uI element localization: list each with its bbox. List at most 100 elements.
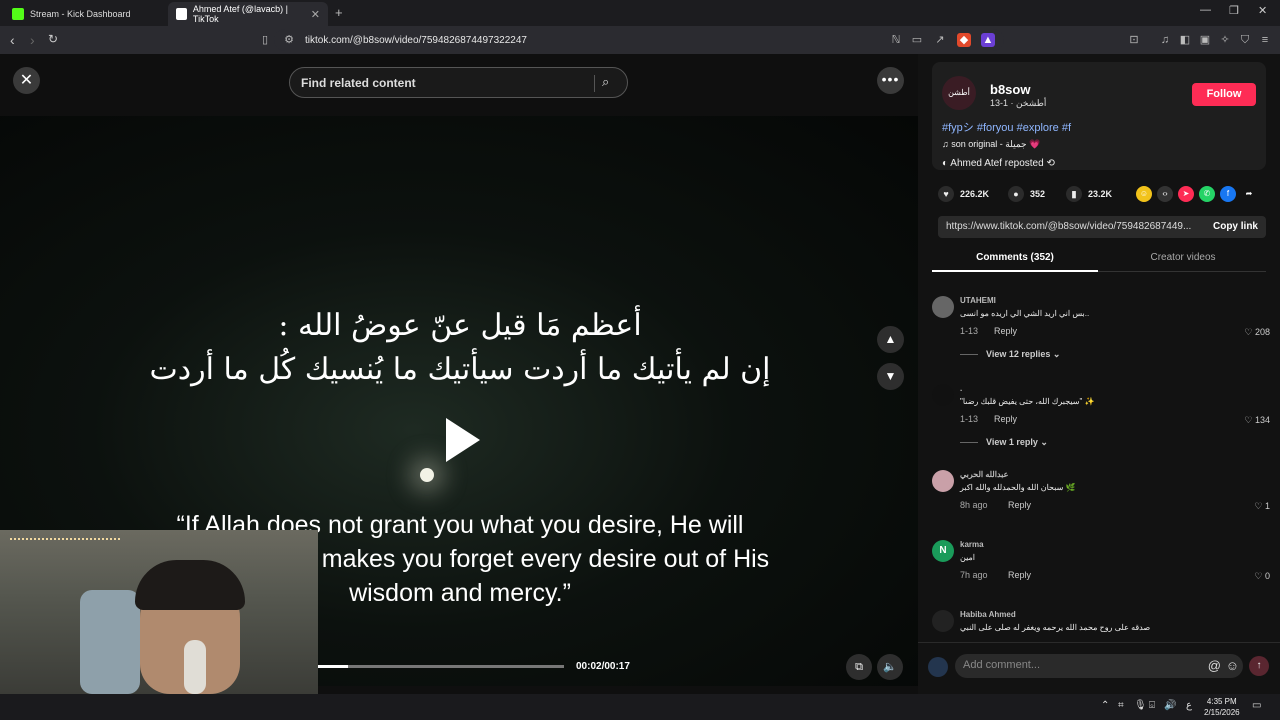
notifications-icon[interactable]: ▭ xyxy=(1252,700,1261,711)
commenter-avatar[interactable] xyxy=(932,610,954,632)
repost-icon: ⟲ xyxy=(1046,158,1055,169)
commenter-name[interactable]: عبدالله الحربي xyxy=(960,470,1008,479)
brave-shields-icon[interactable]: ◆ xyxy=(957,33,971,47)
tab-tiktok[interactable]: Ahmed Atef (@lavacb) | TikTok ✕ xyxy=(168,2,328,26)
mention-icon[interactable]: @ xyxy=(1208,658,1221,673)
send-icon[interactable]: ➤ xyxy=(1178,186,1194,202)
cast-icon[interactable]: ▭ xyxy=(910,33,924,47)
device-icon[interactable]: ⌗ xyxy=(1118,700,1124,711)
more-options-button[interactable]: ••• xyxy=(877,67,904,94)
whatsapp-icon[interactable]: ✆ xyxy=(1199,186,1215,202)
comment-like[interactable]: ♡ 0 xyxy=(1254,571,1270,582)
play-icon[interactable] xyxy=(446,418,480,462)
sidebar-icon[interactable]: ◧ xyxy=(1178,33,1192,47)
like-count: 226.2K xyxy=(960,189,990,199)
list-item: N karma امين 7h ago Reply ♡ 0 xyxy=(932,540,1272,600)
tray-expand-icon[interactable]: ⌃ xyxy=(1101,700,1109,711)
brave-rewards-icon[interactable]: ▲ xyxy=(981,33,995,47)
volume-icon[interactable]: 🔈 xyxy=(877,654,903,680)
arabic-caption-line2: إن لم يأتيك ما أردت سيأتيك ما يُنسيك كُل… xyxy=(149,352,771,387)
search-icon[interactable]: ⌕ xyxy=(602,74,609,90)
list-item: . "سيجبرك الله، حتى يفيض قلبك رضىا" ✨ 1-… xyxy=(932,384,1272,464)
repost-text: Ahmed Atef reposted xyxy=(950,158,1044,169)
commenter-avatar[interactable]: N xyxy=(932,540,954,562)
share-page-icon[interactable]: ↗ xyxy=(933,33,947,47)
facebook-icon[interactable]: f xyxy=(1220,186,1236,202)
embed-icon[interactable]: ‹› xyxy=(1157,186,1173,202)
reply-button[interactable]: Reply xyxy=(1008,570,1031,580)
minimize-icon[interactable]: — xyxy=(1200,4,1211,16)
bookmark-icon: ▮ xyxy=(1066,186,1082,202)
network-icon[interactable]: ⌺ xyxy=(1149,700,1155,711)
comment-like[interactable]: ♡ 1 xyxy=(1254,501,1270,512)
save-button[interactable]: ▮ 23.2K xyxy=(1066,186,1112,202)
speaker-icon[interactable]: 🔊 xyxy=(1164,700,1176,711)
view-replies-label: View 12 replies xyxy=(986,349,1051,359)
comment-icon: ● xyxy=(1008,186,1024,202)
commenter-avatar[interactable] xyxy=(932,296,954,318)
bookmark-icon[interactable]: ▯ xyxy=(258,33,272,47)
site-info-icon[interactable]: ⚙ xyxy=(282,33,296,47)
follow-button[interactable]: Follow xyxy=(1192,83,1256,106)
like-button[interactable]: ♥ 226.2K xyxy=(938,186,989,202)
reply-button[interactable]: Reply xyxy=(1008,500,1031,510)
close-player-button[interactable]: ✕ xyxy=(13,67,40,94)
view-replies-button[interactable]: View 1 reply ⌄ xyxy=(960,437,1048,448)
reply-button[interactable]: Reply xyxy=(994,414,1017,424)
restore-icon[interactable]: ❐ xyxy=(1229,4,1239,17)
menu-icon[interactable]: ≡ xyxy=(1258,33,1272,47)
progress-bar[interactable] xyxy=(318,665,564,668)
screenshot-icon[interactable]: ⊡ xyxy=(1127,33,1141,47)
reload-icon[interactable]: ↻ xyxy=(48,32,58,46)
comment-input[interactable]: Add comment... @ ☺ xyxy=(955,654,1243,678)
clock-date: 2/15/2026 xyxy=(1204,708,1240,717)
commenter-avatar[interactable] xyxy=(932,470,954,492)
leo-icon[interactable]: ✧ xyxy=(1218,33,1232,47)
comment-text: صدقه على روح محمد الله يرحمه ويغفر له صل… xyxy=(960,623,1151,632)
window-close-icon[interactable]: ✕ xyxy=(1258,4,1267,17)
previous-video-button[interactable]: ▲ xyxy=(877,326,904,353)
search-input[interactable]: Find related content ⌕ xyxy=(289,67,628,98)
share-arrow-icon[interactable]: ➦ xyxy=(1241,186,1257,202)
close-tab-icon[interactable]: ✕ xyxy=(311,8,320,21)
mute-site-icon[interactable]: ℕ xyxy=(889,33,903,47)
vpn-icon[interactable]: ⛉ xyxy=(1238,33,1252,47)
tab-creator-videos[interactable]: Creator videos xyxy=(1100,252,1266,263)
tab-comments[interactable]: Comments (352) xyxy=(932,252,1098,272)
post-comment-button[interactable]: ↑ xyxy=(1249,656,1269,676)
commenter-name[interactable]: karma xyxy=(960,540,984,549)
video-link[interactable]: https://www.tiktok.com/@b8sow/video/7594… xyxy=(946,221,1196,232)
microphone-icon[interactable]: 🎙 xyxy=(1134,700,1147,711)
next-video-button[interactable]: ▼ xyxy=(877,363,904,390)
tab-kick-dashboard[interactable]: Stream - Kick Dashboard xyxy=(4,2,164,26)
wallet-icon[interactable]: ▣ xyxy=(1198,33,1212,47)
address-bar: ‹ › ↻ ▯ ⚙ tiktok.com/@b8sow/video/759482… xyxy=(0,26,1280,54)
music-icon[interactable]: ♫ xyxy=(1158,33,1172,47)
streamer-hair xyxy=(135,560,245,610)
comment-button[interactable]: ● 352 xyxy=(1008,186,1045,202)
commenter-avatar[interactable] xyxy=(932,384,954,406)
new-tab-icon[interactable]: + xyxy=(335,5,343,20)
list-item: عبدالله الحربي سبحان الله والحمدلله والل… xyxy=(932,470,1272,530)
view-replies-button[interactable]: View 12 replies ⌄ xyxy=(960,349,1060,360)
sound-link[interactable]: ♫ son original - جميلة 💗 xyxy=(942,139,1040,150)
commenter-name[interactable]: . xyxy=(960,384,962,393)
emoji-icon[interactable]: ☺ xyxy=(1226,658,1239,673)
emoji-share-icon[interactable]: ☺ xyxy=(1136,186,1152,202)
comment-text: امين xyxy=(960,553,976,562)
view-replies-label: View 1 reply xyxy=(986,437,1038,447)
creator-avatar[interactable]: أطشن xyxy=(942,76,976,110)
forward-icon[interactable]: › xyxy=(30,32,35,48)
creator-username[interactable]: b8sow xyxy=(990,82,1030,97)
system-clock[interactable]: 4:35 PM 2/15/2026 xyxy=(1204,696,1240,718)
comment-like[interactable]: ♡ 208 xyxy=(1244,327,1270,338)
reply-button[interactable]: Reply xyxy=(994,326,1017,336)
post-hashtags[interactable]: #fypシ #foryou #explore #f xyxy=(942,119,1071,135)
commenter-name[interactable]: Habiba Ahmed xyxy=(960,610,1016,619)
copy-link-button[interactable]: Copy link xyxy=(1213,221,1258,232)
back-icon[interactable]: ‹ xyxy=(10,32,15,48)
commenter-name[interactable]: UTAHEMI xyxy=(960,296,996,305)
language-indicator[interactable]: ع xyxy=(1186,700,1192,711)
comment-like[interactable]: ♡ 134 xyxy=(1244,415,1270,426)
floating-player-icon[interactable]: ⧉ xyxy=(846,654,872,680)
